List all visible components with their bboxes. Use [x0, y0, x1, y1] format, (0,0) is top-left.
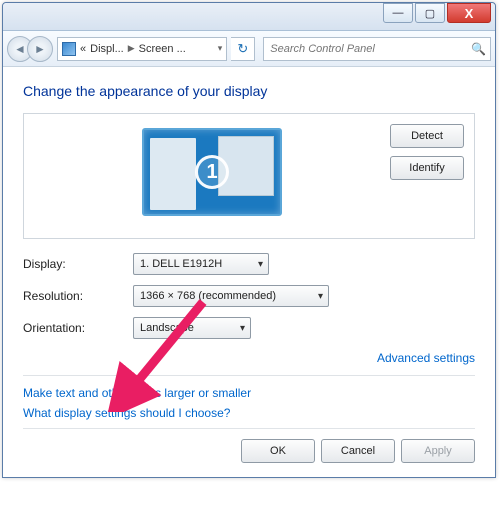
- breadcrumb-seg-screen[interactable]: Screen ...: [139, 43, 186, 55]
- toolbar: ◄ ► « Displ... ▶ Screen ... ▾ ↻ 🔍: [3, 31, 495, 67]
- chevron-down-icon[interactable]: ▾: [218, 43, 223, 54]
- breadcrumb[interactable]: « Displ... ▶ Screen ... ▾: [57, 37, 227, 61]
- orientation-label: Orientation:: [23, 321, 133, 335]
- search-icon[interactable]: 🔍: [471, 42, 486, 56]
- resolution-label: Resolution:: [23, 289, 133, 303]
- breadcrumb-prefix: «: [80, 43, 86, 55]
- ok-button[interactable]: OK: [241, 439, 315, 463]
- monitor-thumbnail[interactable]: 1: [142, 128, 282, 216]
- display-label: Display:: [23, 257, 133, 271]
- help-link[interactable]: What display settings should I choose?: [23, 406, 475, 420]
- control-panel-icon: [62, 42, 76, 56]
- search-input[interactable]: [268, 42, 471, 56]
- content-area: Change the appearance of your display 1 …: [3, 67, 495, 477]
- minimize-button[interactable]: —: [383, 3, 413, 23]
- text-size-link[interactable]: Make text and other items larger or smal…: [23, 386, 475, 400]
- chevron-right-icon: ▶: [128, 43, 135, 54]
- nav-forward-button[interactable]: ►: [27, 36, 53, 62]
- display-preview-box: 1 Detect Identify: [23, 113, 475, 239]
- cancel-button[interactable]: Cancel: [321, 439, 395, 463]
- advanced-settings-link[interactable]: Advanced settings: [377, 351, 475, 365]
- dialog-buttons: OK Cancel Apply: [23, 428, 475, 463]
- resolution-dropdown[interactable]: 1366 × 768 (recommended): [133, 285, 329, 307]
- page-title: Change the appearance of your display: [23, 83, 475, 99]
- refresh-button[interactable]: ↻: [231, 37, 255, 61]
- apply-button[interactable]: Apply: [401, 439, 475, 463]
- maximize-button[interactable]: ▢: [415, 3, 445, 23]
- divider: [23, 375, 475, 376]
- control-panel-window: — ▢ X ◄ ► « Displ... ▶ Screen ... ▾ ↻ 🔍 …: [2, 2, 496, 478]
- close-button[interactable]: X: [447, 3, 491, 23]
- monitor-number-badge: 1: [195, 155, 229, 189]
- detect-button[interactable]: Detect: [390, 124, 464, 148]
- breadcrumb-seg-display[interactable]: Displ...: [90, 43, 124, 55]
- orientation-dropdown[interactable]: Landscape: [133, 317, 251, 339]
- titlebar: — ▢ X: [3, 3, 495, 31]
- identify-button[interactable]: Identify: [390, 156, 464, 180]
- display-dropdown[interactable]: 1. DELL E1912H: [133, 253, 269, 275]
- search-box[interactable]: 🔍: [263, 37, 491, 61]
